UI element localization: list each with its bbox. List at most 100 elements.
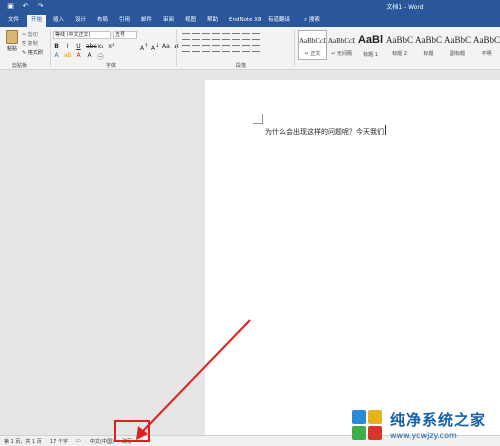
- paste-button[interactable]: 粘贴: [4, 30, 20, 56]
- paste-label: 粘贴: [6, 46, 17, 52]
- group-divider: [294, 30, 295, 66]
- distributed-icon[interactable]: [222, 45, 230, 52]
- page-count[interactable]: 第 1 页，共 1 页: [4, 438, 42, 445]
- style-normal[interactable]: AaBbCcDc ↵ 正文: [298, 30, 327, 60]
- style-sample: AaBbCcDc: [328, 37, 355, 45]
- style-no-spacing[interactable]: AaBbCcDc ↵ 无间隔: [327, 30, 356, 60]
- font-name-select[interactable]: 等线 (中文正文): [53, 31, 111, 39]
- font-size-select[interactable]: 五号: [113, 31, 137, 39]
- shrink-font-icon[interactable]: A↓: [151, 43, 159, 52]
- style-sample: AaBl: [357, 34, 384, 46]
- style-name: 标题 2: [392, 51, 407, 57]
- numbering-icon[interactable]: [192, 33, 200, 40]
- cut-button[interactable]: ✂ 剪切: [22, 31, 43, 40]
- change-case-icon[interactable]: Aa: [162, 43, 170, 52]
- tab-layout[interactable]: 布局: [93, 15, 112, 27]
- paragraph-group-label: 段落: [236, 63, 247, 69]
- tab-insert[interactable]: 插入: [49, 15, 68, 27]
- brush-icon: ✎: [22, 50, 27, 56]
- chinese-layout-icon[interactable]: [232, 33, 240, 40]
- bullets-icon[interactable]: [182, 33, 190, 40]
- watermark-title: 纯净系统之家: [390, 411, 487, 429]
- font-color-icon[interactable]: A: [75, 52, 82, 61]
- tab-search[interactable]: ⌕ 搜索: [300, 15, 324, 27]
- char-shading-icon[interactable]: A: [86, 52, 93, 61]
- justify-icon[interactable]: [212, 45, 220, 52]
- decrease-indent-icon[interactable]: [212, 33, 220, 40]
- style-sample: AaBbC: [473, 35, 500, 45]
- style-name: 标题 1: [363, 52, 378, 58]
- style-heading-2[interactable]: AaBbC 标题 2: [385, 30, 414, 60]
- tab-search-label: 搜索: [308, 17, 320, 23]
- group-divider: [50, 30, 51, 66]
- increase-indent-icon[interactable]: [222, 33, 230, 40]
- strikethrough-icon[interactable]: abc: [86, 43, 97, 50]
- watermark-url: www.ycwjzy.com: [390, 431, 457, 440]
- shading-icon[interactable]: [242, 45, 250, 52]
- tab-file[interactable]: 文件: [4, 15, 23, 27]
- text-effects-icon[interactable]: A: [53, 52, 60, 61]
- show-marks-icon[interactable]: [252, 33, 260, 40]
- tab-view[interactable]: 视图: [181, 15, 200, 27]
- group-divider: [176, 30, 177, 66]
- highlight-icon[interactable]: ab: [64, 52, 72, 61]
- scissors-icon: ✂: [22, 32, 27, 38]
- enclose-char-icon[interactable]: ㊀: [97, 52, 104, 61]
- cut-label: 剪切: [27, 32, 38, 38]
- proofing-icon[interactable]: ▭: [76, 438, 81, 444]
- style-subtle[interactable]: AaBbC 不明: [472, 30, 500, 60]
- align-left-icon[interactable]: [182, 45, 190, 52]
- title-bar: ▣ ↶ ↷ 文档1 - Word: [0, 0, 500, 13]
- underline-icon[interactable]: U: [75, 43, 82, 50]
- style-sample: AaBbCcDc: [299, 37, 326, 45]
- multilevel-list-icon[interactable]: [202, 33, 210, 40]
- format-painter-button[interactable]: ✎ 格式刷: [22, 49, 43, 58]
- superscript-icon[interactable]: x²: [108, 43, 115, 50]
- style-sample: AaBbC: [444, 35, 471, 45]
- format-painter-label: 格式刷: [27, 50, 43, 56]
- site-watermark: 纯净系统之家 www.ycwjzy.com: [352, 403, 500, 446]
- align-center-icon[interactable]: [192, 45, 200, 52]
- copy-label: 复制: [27, 41, 38, 47]
- tab-references[interactable]: 引用: [115, 15, 134, 27]
- watermark-logo-icon: [352, 408, 386, 442]
- style-name: 不明: [481, 51, 492, 57]
- style-sample: AaBbC: [415, 35, 442, 45]
- style-subtitle[interactable]: AaBbC 副标题: [443, 30, 472, 60]
- subscript-icon[interactable]: x₂: [97, 43, 104, 50]
- word-count[interactable]: 17 个字: [50, 438, 68, 445]
- style-name: ↵ 正文: [304, 51, 321, 57]
- align-right-icon[interactable]: [202, 45, 210, 52]
- font-group-label: 字体: [106, 63, 117, 69]
- search-icon: ⌕: [304, 17, 308, 23]
- style-name: 标题: [423, 51, 434, 57]
- style-title[interactable]: AaBbC 标题: [414, 30, 443, 60]
- grow-font-icon[interactable]: A↑: [140, 43, 148, 52]
- highlight-box: [114, 420, 150, 442]
- tab-mailings[interactable]: 邮件: [137, 15, 156, 27]
- copy-button[interactable]: ⎘ 复制: [22, 40, 43, 49]
- ribbon: 粘贴 ✂ 剪切 ⎘ 复制 ✎ 格式刷 剪贴板 等线 (中文正文) 五号 A↑ A…: [0, 27, 500, 70]
- style-name: 副标题: [449, 51, 465, 57]
- window-title: 文档1 - Word: [386, 4, 424, 11]
- document-text[interactable]: 为什么会出现这样的问题呢？今天我们: [265, 127, 384, 137]
- text-cursor: [385, 125, 386, 135]
- styles-gallery: AaBbCcDc ↵ 正文 AaBbCcDc ↵ 无间隔 AaBl 标题 1 A…: [298, 30, 500, 60]
- style-heading-1[interactable]: AaBl 标题 1: [356, 30, 385, 60]
- tab-help[interactable]: 帮助: [203, 15, 222, 27]
- language-indicator[interactable]: 中文(中国): [90, 438, 114, 445]
- tab-review[interactable]: 审阅: [159, 15, 178, 27]
- borders-icon[interactable]: [252, 45, 260, 52]
- tab-design[interactable]: 设计: [71, 15, 90, 27]
- italic-icon[interactable]: I: [64, 43, 71, 50]
- tab-endnote[interactable]: EndNote X8: [225, 15, 266, 27]
- ribbon-tabs: 文件 开始 插入 设计 布局 引用 邮件 审阅 视图 帮助 EndNote X8…: [0, 13, 500, 27]
- tab-home[interactable]: 开始: [27, 15, 47, 27]
- margin-corner-mark: [253, 114, 263, 124]
- tab-youdao[interactable]: 有道翻译: [264, 15, 294, 27]
- clipboard-group-label: 剪贴板: [12, 63, 28, 69]
- copy-icon: ⎘: [22, 41, 27, 47]
- line-spacing-icon[interactable]: [232, 45, 240, 52]
- bold-icon[interactable]: B: [53, 43, 60, 50]
- sort-icon[interactable]: [242, 33, 250, 40]
